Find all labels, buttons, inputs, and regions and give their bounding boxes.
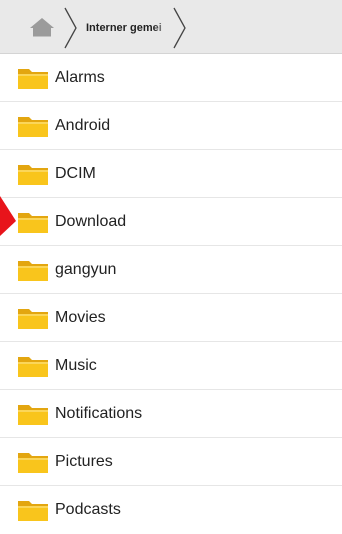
list-item[interactable]: Alarms <box>0 54 342 102</box>
folder-name: Notifications <box>55 404 143 422</box>
list-item[interactable]: Music <box>0 342 342 390</box>
folder-name: Android <box>55 116 111 134</box>
folder-icon <box>18 213 48 233</box>
list-item[interactable]: Download <box>0 198 342 246</box>
folder-icon <box>18 405 48 425</box>
list-item[interactable]: DCIM <box>0 150 342 198</box>
folder-name: Podcasts <box>55 501 121 518</box>
list-item[interactable]: Podcasts <box>0 486 342 534</box>
folder-icon <box>18 357 48 377</box>
folder-icon <box>18 501 48 521</box>
folder-name: Download <box>55 212 127 230</box>
folder-name: Alarms <box>55 68 105 86</box>
folder-icon <box>18 69 48 89</box>
folder-name: Pictures <box>55 452 113 470</box>
breadcrumb-current-folder[interactable]: Interner gemei <box>86 22 172 34</box>
folder-icon <box>18 261 48 281</box>
folder-list: Alarms Android DCIM Download gangyun Mov… <box>0 54 342 534</box>
annotation-arrow-icon <box>0 196 16 236</box>
folder-name: gangyun <box>55 260 117 278</box>
folder-icon <box>18 453 48 473</box>
home-icon[interactable] <box>20 13 64 41</box>
list-item[interactable]: Android <box>0 102 342 150</box>
chevron-right-icon <box>173 7 186 49</box>
folder-name: DCIM <box>55 164 96 182</box>
list-item[interactable]: Movies <box>0 294 342 342</box>
folder-name: Movies <box>55 308 106 326</box>
breadcrumb: Interner gemei <box>0 0 342 54</box>
chevron-right-icon <box>64 7 77 49</box>
folder-icon <box>18 117 48 137</box>
list-item[interactable]: Notifications <box>0 390 342 438</box>
folder-icon <box>18 309 48 329</box>
list-item[interactable]: gangyun <box>0 246 342 294</box>
folder-icon <box>18 165 48 185</box>
list-item[interactable]: Pictures <box>0 438 342 486</box>
folder-name: Music <box>55 356 97 374</box>
